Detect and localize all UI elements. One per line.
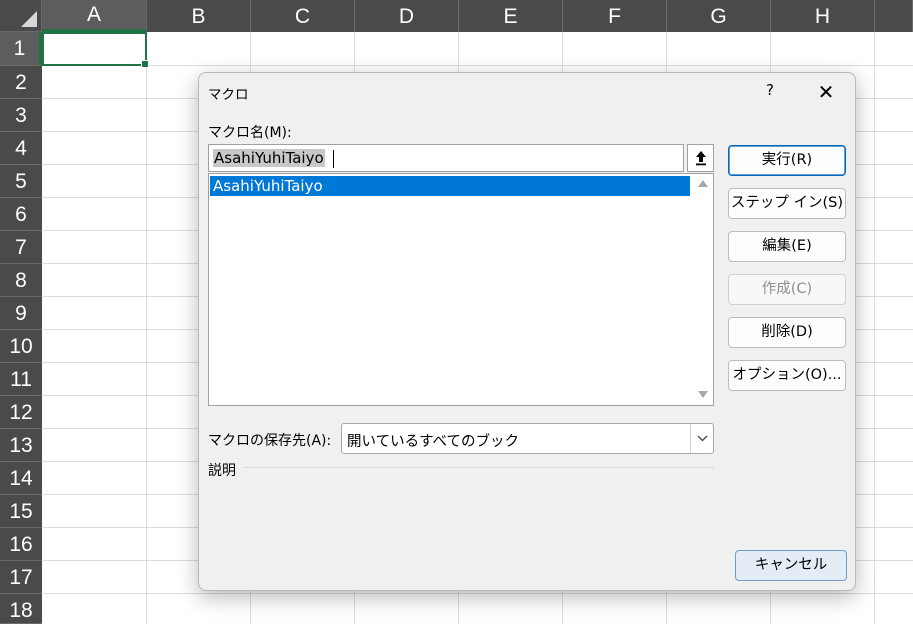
fill-handle[interactable] (141, 60, 149, 68)
scroll-up-arrow-icon[interactable] (698, 180, 708, 187)
row-header-8[interactable]: 8 (0, 264, 42, 297)
column-header-b[interactable]: B (147, 0, 251, 32)
scroll-down-arrow-icon[interactable] (698, 391, 708, 398)
delete-button[interactable]: 削除(D) (728, 317, 846, 348)
row-header-4[interactable]: 4 (0, 132, 42, 165)
macro-name-value: AsahiYuhiTaiyo (213, 149, 325, 167)
collapse-upload-button[interactable] (687, 144, 714, 172)
row-header-11[interactable]: 11 (0, 363, 42, 396)
gridline (42, 65, 913, 66)
run-button[interactable]: 実行(R) (728, 145, 846, 176)
macro-name-label: マクロ名(M): (208, 125, 292, 141)
row-header-6[interactable]: 6 (0, 198, 42, 231)
column-header-g[interactable]: G (667, 0, 771, 32)
chevron-down-icon[interactable] (690, 424, 713, 453)
active-cell-a1[interactable] (42, 32, 149, 68)
macro-location-value: 開いているすべてのブック (347, 434, 519, 450)
row-header-7[interactable]: 7 (0, 231, 42, 264)
close-button[interactable]: ✕ (814, 80, 838, 104)
macro-name-input[interactable]: AsahiYuhiTaiyo (208, 144, 684, 172)
row-header-2[interactable]: 2 (0, 66, 42, 99)
text-caret (333, 150, 334, 168)
row-header-18[interactable]: 18 (0, 594, 42, 624)
upload-arrow-icon (695, 151, 706, 166)
row-header-10[interactable]: 10 (0, 330, 42, 363)
macro-location-label: マクロの保存先(A): (208, 433, 332, 449)
column-header-a[interactable]: A (42, 0, 147, 32)
row-header-17[interactable]: 17 (0, 561, 42, 594)
column-header-partial[interactable] (875, 0, 913, 32)
column-header-c[interactable]: C (251, 0, 355, 32)
column-header-e[interactable]: E (459, 0, 563, 32)
macro-list[interactable]: AsahiYuhiTaiyo (208, 173, 714, 406)
description-label: 説明 (208, 463, 236, 479)
edit-button[interactable]: 編集(E) (728, 231, 846, 262)
column-header-h[interactable]: H (771, 0, 875, 32)
step-in-button[interactable]: ステップ イン(S) (728, 188, 846, 219)
row-header-14[interactable]: 14 (0, 462, 42, 495)
macro-dialog: マクロ ? ✕ マクロ名(M): AsahiYuhiTaiyo AsahiYuh… (198, 72, 856, 591)
gridline (42, 593, 913, 594)
create-button: 作成(C) (728, 274, 846, 305)
macro-location-select[interactable]: 開いているすべてのブック (341, 423, 714, 454)
row-header-15[interactable]: 15 (0, 495, 42, 528)
gridline (146, 32, 147, 624)
help-button[interactable]: ? (762, 81, 778, 99)
row-header-12[interactable]: 12 (0, 396, 42, 429)
row-header-9[interactable]: 9 (0, 297, 42, 330)
row-header-13[interactable]: 13 (0, 429, 42, 462)
dialog-title: マクロ (208, 87, 249, 103)
row-header-1[interactable]: 1 (0, 32, 42, 66)
row-header-5[interactable]: 5 (0, 165, 42, 198)
column-header-f[interactable]: F (563, 0, 667, 32)
select-all-corner[interactable] (0, 0, 42, 32)
column-header-d[interactable]: D (355, 0, 459, 32)
macro-list-item[interactable]: AsahiYuhiTaiyo (210, 176, 690, 196)
gridline (874, 32, 875, 624)
cancel-button[interactable]: キャンセル (735, 550, 847, 581)
description-divider (243, 467, 714, 468)
row-header-16[interactable]: 16 (0, 528, 42, 561)
options-button[interactable]: オプション(O)... (728, 360, 846, 391)
row-header-3[interactable]: 3 (0, 99, 42, 132)
